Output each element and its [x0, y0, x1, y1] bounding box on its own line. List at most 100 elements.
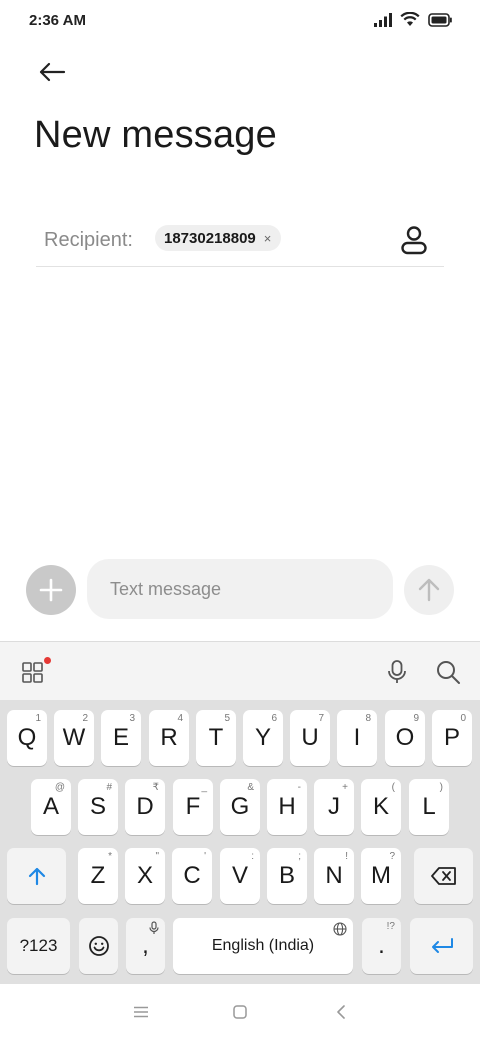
key-v[interactable]: :V	[220, 848, 260, 904]
key-label: E	[112, 724, 129, 751]
key-hint: 6	[271, 713, 277, 724]
key-hint: !	[345, 851, 348, 862]
key-j[interactable]: + J	[314, 779, 354, 835]
key-q[interactable]: 1Q	[7, 710, 47, 766]
back-button[interactable]	[30, 52, 74, 92]
recipient-row[interactable]: Recipient: 18730218809 ×	[36, 214, 444, 267]
key-o[interactable]: 9O	[385, 710, 425, 766]
key-g[interactable]: & G	[220, 779, 260, 835]
add-attachment-button[interactable]	[26, 565, 76, 615]
key-m[interactable]: ? M	[361, 848, 401, 904]
key-b[interactable]: ; B	[267, 848, 307, 904]
key-w[interactable]: 2W	[54, 710, 94, 766]
key-n[interactable]: ! N	[314, 848, 354, 904]
voice-input-button[interactable]	[384, 658, 410, 686]
comma-key-label: ,	[142, 932, 149, 959]
key-label: I	[353, 724, 361, 751]
key-label: Q	[17, 724, 37, 751]
key-a[interactable]: @ A	[31, 779, 71, 835]
key-label: N	[325, 862, 343, 889]
key-hint: 2	[82, 713, 88, 724]
space-key[interactable]: English (India)	[173, 918, 353, 974]
notification-dot	[44, 657, 51, 664]
keyboard-keys: ?123 , English (India) !? . 1 Q 2 W 3 E …	[0, 700, 480, 985]
symbols-key[interactable]: ?123	[7, 918, 70, 974]
backspace-key[interactable]	[414, 848, 473, 904]
comma-key[interactable]: ,	[126, 918, 165, 974]
key-c[interactable]: ' C	[172, 848, 212, 904]
key-hint: '	[204, 851, 206, 862]
period-key[interactable]: !? .	[362, 918, 401, 974]
status-bar: 2:36 AM	[0, 0, 480, 44]
page-title: New message	[34, 114, 277, 156]
shift-arrow-icon	[28, 867, 45, 886]
key-label: L	[422, 793, 436, 820]
key-label: U	[301, 724, 319, 751]
chip-remove-icon[interactable]: ×	[264, 232, 272, 245]
key-hint: 3	[129, 713, 135, 724]
apps-grid-icon	[22, 662, 43, 683]
signal-icon	[374, 12, 392, 27]
key-label: T	[208, 724, 224, 751]
nav-menu-button[interactable]	[126, 998, 156, 1026]
keyboard-search-button[interactable]	[434, 658, 462, 686]
back-arrow-icon	[39, 62, 66, 82]
key-x[interactable]: " X	[125, 848, 165, 904]
key-label: M	[371, 862, 391, 889]
key-label: B	[278, 862, 295, 889]
period-key-hint: !?	[386, 921, 395, 932]
key-label: W	[62, 724, 86, 751]
key-r[interactable]: 4R	[149, 710, 189, 766]
key-u[interactable]: 7U	[290, 710, 330, 766]
contact-person-icon	[401, 226, 427, 255]
key-hint: -	[297, 782, 301, 793]
recipient-chip-number: 18730218809	[164, 229, 256, 247]
status-time: 2:36 AM	[29, 12, 86, 29]
microphone-icon	[388, 660, 406, 683]
nav-back-button[interactable]	[326, 998, 356, 1026]
key-label: Y	[254, 724, 271, 751]
symbols-key-label: ?123	[19, 936, 58, 955]
nav-back-chevron-icon	[337, 1005, 345, 1019]
nav-home-button[interactable]	[225, 998, 255, 1026]
key-l[interactable]: ) L	[409, 779, 449, 835]
key-e[interactable]: 3E	[101, 710, 141, 766]
key-label: G	[230, 793, 250, 820]
recipient-chip[interactable]: 18730218809 ×	[155, 225, 282, 251]
emoji-smiley-icon	[88, 936, 109, 956]
message-input[interactable]	[87, 559, 393, 619]
shift-key[interactable]	[7, 848, 66, 904]
key-t[interactable]: 5T	[196, 710, 236, 766]
key-s[interactable]: # S	[78, 779, 118, 835]
emoji-key[interactable]	[79, 918, 118, 974]
enter-arrow-icon	[431, 938, 453, 953]
mic-hint-icon	[149, 921, 159, 934]
key-k[interactable]: (K	[361, 779, 401, 835]
key-hint: &	[247, 782, 254, 793]
key-p[interactable]: 0P	[432, 710, 472, 766]
system-nav-bar	[0, 984, 480, 1040]
key-hint: ?	[389, 851, 395, 862]
keyboard: ?123 , English (India) !? . 1 Q 2 W 3 E …	[0, 641, 480, 985]
new-message-screen: 2:36 AM New message Recipient: 187302188…	[0, 0, 480, 1040]
key-label: J	[328, 793, 340, 820]
send-button[interactable]	[404, 565, 454, 615]
key-label: S	[89, 793, 106, 820]
key-hint: "	[155, 851, 159, 862]
pick-contact-button[interactable]	[396, 222, 432, 258]
key-hint: )	[439, 782, 443, 793]
key-label: R	[160, 724, 178, 751]
keyboard-toolbar	[0, 642, 480, 700]
key-hint: @	[54, 782, 65, 793]
keyboard-apps-button[interactable]	[20, 657, 51, 685]
key-y[interactable]: 6Y	[243, 710, 283, 766]
key-h[interactable]: -H	[267, 779, 307, 835]
key-i[interactable]: 8I	[337, 710, 377, 766]
space-key-label: English (India)	[211, 937, 315, 954]
enter-key[interactable]	[410, 918, 473, 974]
key-d[interactable]: ₹ D	[125, 779, 165, 835]
key-z[interactable]: * Z	[78, 848, 118, 904]
key-f[interactable]: _ F	[173, 779, 213, 835]
key-label: A	[42, 793, 59, 820]
key-hint: 5	[224, 713, 230, 724]
